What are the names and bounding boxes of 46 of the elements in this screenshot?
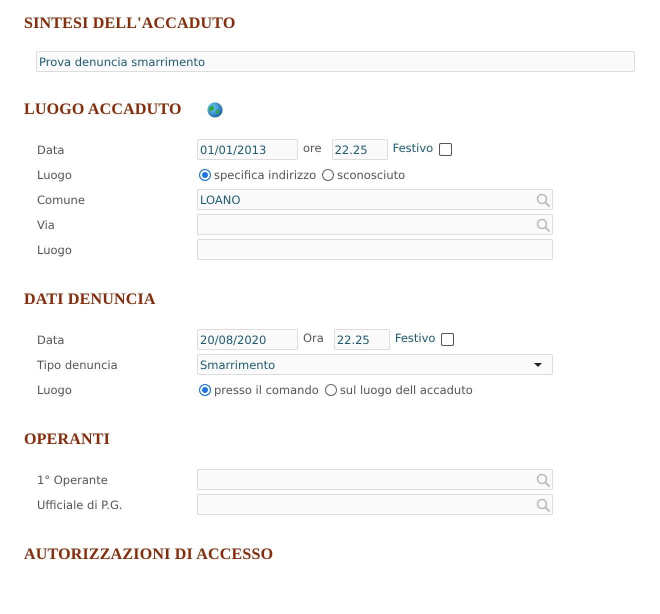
- section-heading: LUOGO ACCADUTO: [24, 101, 182, 119]
- search-icon[interactable]: [536, 472, 550, 486]
- section-heading: AUTORIZZAZIONI DI ACCESSO: [24, 546, 274, 564]
- time-field[interactable]: 22.25: [334, 329, 390, 350]
- radio-label[interactable]: presso il comando: [214, 382, 319, 396]
- dropdown[interactable]: Smarrimento: [197, 354, 553, 375]
- summary-field[interactable]: Prova denuncia smarrimento: [36, 51, 635, 72]
- field-label: Data: [36, 332, 66, 346]
- lookup-field[interactable]: [197, 469, 553, 490]
- lookup-field[interactable]: LOANO: [197, 189, 553, 210]
- section-heading: SINTESI DELL'ACCADUTO: [24, 15, 236, 33]
- time-field[interactable]: 22.25: [332, 139, 388, 160]
- radio-button[interactable]: [199, 168, 211, 180]
- time-label: Ora: [303, 331, 324, 345]
- date-field[interactable]: 20/08/2020: [197, 329, 298, 350]
- holiday-checkbox[interactable]: [439, 143, 452, 156]
- section-heading: OPERANTI: [24, 431, 110, 449]
- section-heading: DATI DENUNCIA: [24, 291, 156, 309]
- time-label: ore: [303, 141, 322, 155]
- date-field[interactable]: 01/01/2013: [197, 139, 298, 160]
- field-label: Luogo: [36, 242, 73, 256]
- lookup-field[interactable]: [197, 494, 553, 515]
- field-label: Data: [36, 142, 66, 156]
- search-icon[interactable]: [536, 218, 550, 232]
- radio-button[interactable]: [324, 384, 337, 396]
- radio-label[interactable]: sul luogo dell accaduto: [340, 382, 473, 396]
- lookup-field[interactable]: [197, 214, 553, 235]
- text-field[interactable]: [197, 239, 553, 260]
- caret-icon: [534, 362, 542, 366]
- field-label: Luogo: [36, 168, 73, 182]
- field-label: Luogo: [36, 382, 73, 396]
- radio-label[interactable]: sconosciuto: [337, 168, 406, 182]
- field-label: 1° Operante: [36, 472, 109, 486]
- field-label: Comune: [36, 192, 86, 206]
- field-label: Via: [36, 218, 56, 232]
- radio-button[interactable]: [322, 168, 334, 180]
- field-label: Tipo denuncia: [36, 358, 119, 372]
- search-icon[interactable]: [536, 498, 550, 512]
- radio-button[interactable]: [199, 384, 211, 396]
- search-icon[interactable]: [536, 192, 550, 206]
- holiday-label: Festivo: [394, 330, 436, 344]
- field-label: Ufficiale di P.G.: [36, 498, 124, 512]
- holiday-label: Festivo: [392, 140, 434, 154]
- globe-icon[interactable]: [206, 102, 223, 118]
- holiday-checkbox[interactable]: [441, 333, 454, 346]
- radio-label[interactable]: specifica indirizzo: [214, 168, 316, 182]
